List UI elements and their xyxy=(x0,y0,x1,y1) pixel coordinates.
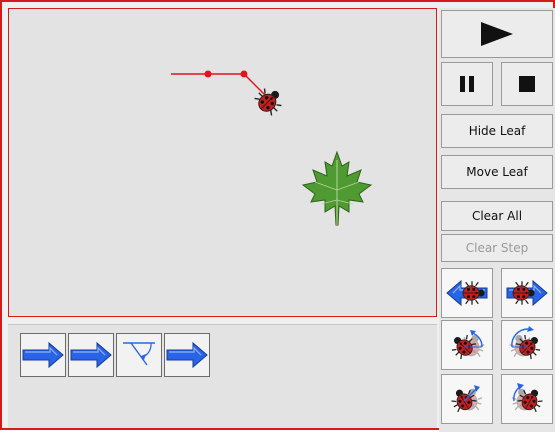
maple-leaf-icon[interactable] xyxy=(301,150,373,226)
pause-button[interactable] xyxy=(441,62,493,106)
small-turn-right-ladybug-button[interactable] xyxy=(501,374,553,424)
path-point xyxy=(240,70,248,78)
forward-arrow-icon[interactable] xyxy=(164,333,210,377)
small-turn-right-ladybug-icon xyxy=(502,383,548,416)
stop-button[interactable] xyxy=(501,62,553,106)
clear-all-button[interactable]: Clear All xyxy=(441,201,553,231)
back-ladybug-icon xyxy=(446,280,488,306)
program-sequence xyxy=(20,333,212,377)
play-icon xyxy=(481,22,513,46)
small-turn-left-ladybug-button[interactable] xyxy=(441,374,493,424)
path-point xyxy=(204,70,212,78)
ladybug-icon[interactable] xyxy=(251,82,288,119)
hide-leaf-button[interactable]: Hide Leaf xyxy=(441,114,553,148)
move-leaf-button[interactable]: Move Leaf xyxy=(441,155,553,189)
forward-arrow-icon[interactable] xyxy=(68,333,114,377)
forward-arrow-icon[interactable] xyxy=(20,333,66,377)
pause-icon xyxy=(460,76,474,92)
clear-step-label: Clear Step xyxy=(465,241,529,255)
turn-left-ladybug-button[interactable] xyxy=(441,320,493,370)
hide-leaf-label: Hide Leaf xyxy=(468,124,526,138)
forward-ladybug-icon xyxy=(506,280,548,306)
control-panel: Hide Leaf Move Leaf Clear All Clear Step xyxy=(439,8,555,432)
turn-left-ladybug-icon xyxy=(446,329,492,363)
clear-all-label: Clear All xyxy=(471,209,523,223)
play-button[interactable] xyxy=(441,10,553,58)
forward-ladybug-button[interactable] xyxy=(501,268,553,318)
back-ladybug-button[interactable] xyxy=(441,268,493,318)
move-leaf-label: Move Leaf xyxy=(466,165,528,179)
ladybug-path xyxy=(171,70,373,226)
clear-step-button[interactable]: Clear Step xyxy=(441,234,553,262)
app-window: Hide Leaf Move Leaf Clear All Clear Step xyxy=(0,0,555,432)
program-area xyxy=(8,324,437,428)
turn-right-ladybug-button[interactable] xyxy=(501,320,553,370)
turn-angle-icon[interactable] xyxy=(116,333,162,377)
turn-right-ladybug-icon xyxy=(502,326,546,363)
small-turn-left-ladybug-icon xyxy=(446,383,492,416)
stop-icon xyxy=(519,76,535,92)
drawing-canvas[interactable] xyxy=(8,8,437,317)
